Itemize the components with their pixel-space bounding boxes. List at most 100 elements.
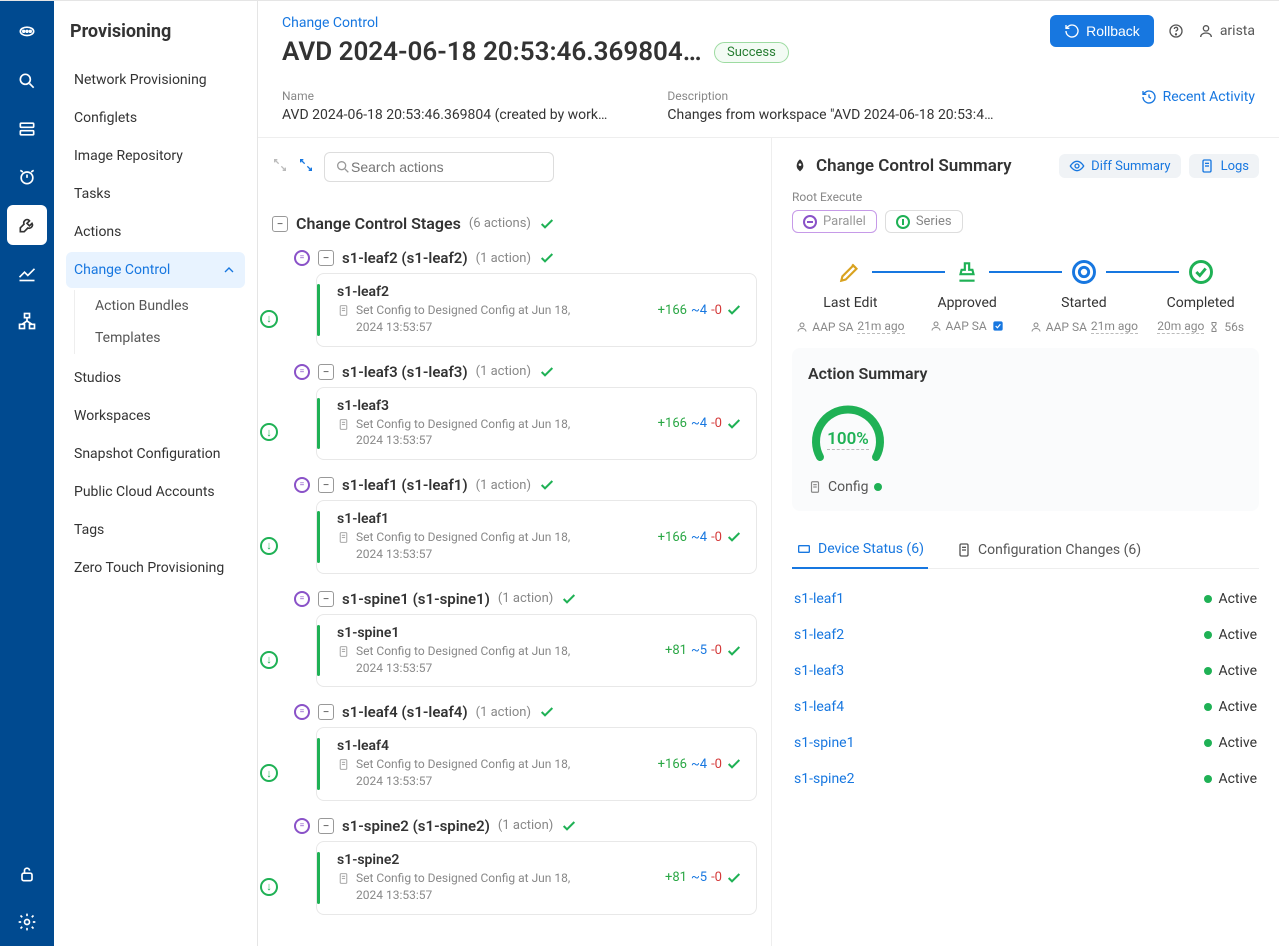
- device-link[interactable]: s1-spine1: [794, 735, 854, 751]
- tab-config-changes[interactable]: Configuration Changes (6): [952, 531, 1145, 568]
- file-icon: [337, 304, 350, 317]
- recent-activity-link[interactable]: Recent Activity: [1141, 89, 1255, 105]
- collapse-toggle[interactable]: −: [318, 250, 334, 266]
- device-header[interactable]: = − s1-spine1 (s1-spine1) (1 action): [294, 584, 757, 614]
- tab-device-status[interactable]: Device Status (6): [792, 531, 928, 569]
- stages-panel: − Change Control Stages (6 actions) = − …: [258, 138, 772, 946]
- collapse-toggle[interactable]: −: [318, 477, 334, 493]
- check-icon: [539, 216, 555, 232]
- action-desc: Set Config to Designed Config at Jun 18,…: [356, 756, 586, 790]
- rocket-icon: [792, 158, 808, 174]
- summary-panel: Change Control Summary Diff Summary Logs: [772, 138, 1279, 946]
- meta-name-label: Name: [282, 89, 607, 103]
- action-card[interactable]: s1-leaf4 Set Config to Designed Config a…: [316, 727, 757, 801]
- parallel-icon: [803, 215, 817, 229]
- sidebar-item[interactable]: Workspaces: [66, 398, 245, 434]
- sidebar-item[interactable]: Network Provisioning: [66, 62, 245, 98]
- action-card[interactable]: s1-leaf2 Set Config to Designed Config a…: [316, 273, 757, 347]
- device-link[interactable]: s1-leaf1: [794, 591, 844, 607]
- device-header[interactable]: = − s1-leaf2 (s1-leaf2) (1 action): [294, 243, 757, 273]
- gear-icon[interactable]: [7, 902, 47, 942]
- collapse-all-icon[interactable]: [298, 157, 314, 177]
- sidebar-item[interactable]: Snapshot Configuration: [66, 436, 245, 472]
- device-header[interactable]: = − s1-leaf4 (s1-leaf4) (1 action): [294, 697, 757, 727]
- device-name: s1-leaf3 (s1-leaf3): [342, 363, 468, 381]
- timeline-label: Last Edit: [823, 295, 877, 311]
- lock-icon[interactable]: [7, 854, 47, 894]
- action-card[interactable]: s1-leaf3 Set Config to Designed Config a…: [316, 387, 757, 461]
- device-status: Active: [1204, 663, 1257, 679]
- diff-stats: +166 ~4 -0: [658, 529, 742, 545]
- sidebar-item[interactable]: Studios: [66, 360, 245, 396]
- logo-icon[interactable]: [7, 13, 47, 53]
- device-link[interactable]: s1-leaf3: [794, 663, 844, 679]
- rollback-button[interactable]: Rollback: [1050, 15, 1154, 47]
- diff-stats: +166 ~4 -0: [658, 756, 742, 772]
- legend-item: Config: [808, 479, 1243, 495]
- timeline-label: Completed: [1167, 295, 1235, 311]
- meta-desc-label: Description: [667, 89, 993, 103]
- device-icon: [796, 541, 812, 557]
- action-card[interactable]: s1-spine1 Set Config to Designed Config …: [316, 614, 757, 688]
- file-icon: [337, 758, 350, 771]
- topbar: Change Control AVD 2024-06-18 20:53:46.3…: [258, 1, 1279, 73]
- diff-stats: +166 ~4 -0: [658, 302, 742, 318]
- sidebar-item[interactable]: Public Cloud Accounts: [66, 474, 245, 510]
- sidebar-item[interactable]: Configlets: [66, 100, 245, 136]
- device-link[interactable]: s1-leaf4: [794, 699, 844, 715]
- action-card[interactable]: s1-leaf1 Set Config to Designed Config a…: [316, 500, 757, 574]
- user-menu[interactable]: arista: [1198, 23, 1255, 39]
- action-count: (1 action): [476, 705, 531, 720]
- device-header[interactable]: = − s1-spine2 (s1-spine2) (1 action): [294, 811, 757, 841]
- diff-summary-button[interactable]: Diff Summary: [1059, 154, 1180, 178]
- sidebar-item[interactable]: Zero Touch Provisioning: [66, 550, 245, 586]
- search-box[interactable]: [324, 152, 554, 182]
- device-status: Active: [1204, 735, 1257, 751]
- sidebar-item-change-control[interactable]: Change Control: [66, 252, 245, 288]
- device-link[interactable]: s1-leaf2: [794, 627, 844, 643]
- help-icon[interactable]: [1168, 23, 1184, 39]
- topology-icon[interactable]: [7, 301, 47, 341]
- sidebar-item[interactable]: Tasks: [66, 176, 245, 212]
- collapse-toggle[interactable]: −: [318, 818, 334, 834]
- sidebar-sub-item[interactable]: Action Bundles: [75, 290, 245, 322]
- sidebar-item[interactable]: Tags: [66, 512, 245, 548]
- metrics-icon[interactable]: [7, 253, 47, 293]
- parallel-icon: =: [294, 818, 310, 834]
- wrench-icon[interactable]: [7, 205, 47, 245]
- device-row: s1-spine1 Active: [792, 725, 1259, 761]
- expand-all-icon[interactable]: [272, 157, 288, 177]
- action-summary-panel: Action Summary 100% Config: [792, 348, 1259, 511]
- sidebar-item[interactable]: Image Repository: [66, 138, 245, 174]
- devices-icon[interactable]: [7, 109, 47, 149]
- diff-stats: +166 ~4 -0: [658, 416, 742, 432]
- undo-icon: [1064, 23, 1080, 39]
- action-count: (1 action): [498, 818, 553, 833]
- action-summary-title: Action Summary: [808, 364, 1243, 383]
- collapse-toggle[interactable]: −: [318, 364, 334, 380]
- collapse-toggle[interactable]: −: [272, 216, 288, 232]
- device-name: s1-leaf1 (s1-leaf1): [342, 476, 468, 494]
- collapse-toggle[interactable]: −: [318, 704, 334, 720]
- action-desc: Set Config to Designed Config at Jun 18,…: [356, 870, 586, 904]
- alarm-icon[interactable]: [7, 157, 47, 197]
- collapse-toggle[interactable]: −: [318, 591, 334, 607]
- action-card[interactable]: s1-spine2 Set Config to Designed Config …: [316, 841, 757, 915]
- sidebar-item[interactable]: Actions: [66, 214, 245, 250]
- action-count: (1 action): [476, 364, 531, 379]
- device-link[interactable]: s1-spine2: [794, 771, 854, 787]
- check-circle-icon: [1186, 257, 1216, 287]
- action-desc: Set Config to Designed Config at Jun 18,…: [356, 643, 586, 677]
- eye-icon: [1069, 158, 1085, 174]
- status-badge: Success: [714, 42, 789, 63]
- device-header[interactable]: = − s1-leaf1 (s1-leaf1) (1 action): [294, 470, 757, 500]
- search-icon[interactable]: [7, 61, 47, 101]
- sidebar-sub-item[interactable]: Templates: [75, 322, 245, 354]
- search-input[interactable]: [351, 159, 543, 175]
- logs-button[interactable]: Logs: [1189, 154, 1259, 178]
- breadcrumb[interactable]: Change Control: [282, 15, 789, 31]
- device-header[interactable]: = − s1-leaf3 (s1-leaf3) (1 action): [294, 357, 757, 387]
- tabs: Device Status (6) Configuration Changes …: [792, 531, 1259, 569]
- meta-desc-value: Changes from workspace "AVD 2024-06-18 2…: [667, 107, 993, 123]
- parallel-icon: =: [294, 477, 310, 493]
